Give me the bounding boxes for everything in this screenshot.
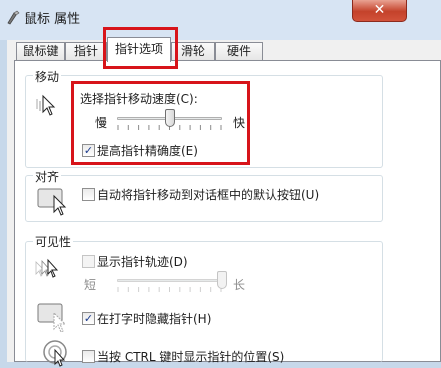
tab-buttons[interactable]: 鼠标键 [16, 42, 65, 60]
window-title: 鼠标 属性 [24, 12, 81, 27]
snap-to-default-checkbox[interactable] [82, 188, 95, 201]
hide-while-typing-label: 在打字时隐藏指针(H) [97, 312, 212, 326]
pointer-trails-label: 显示指针轨迹(D) [97, 255, 188, 269]
trails-long-label: 长 [233, 278, 246, 292]
trails-slider-track[interactable] [117, 279, 222, 282]
visibility-group-title: 可见性 [33, 233, 74, 250]
highlight-box-speed [71, 81, 250, 165]
pointer-trails-icon [35, 258, 59, 278]
trails-slider-thumb[interactable] [217, 271, 227, 289]
show-location-ctrl-label: 当按 CTRL 键时显示指针的位置(S) [97, 350, 285, 364]
snap-to-default-label: 自动将指针移动到对话框中的默认按钮(U) [97, 188, 320, 202]
trails-short-label: 短 [84, 278, 97, 292]
tab-pointers[interactable]: 指针 [65, 42, 107, 60]
close-button[interactable]: ✕ [352, 0, 407, 22]
show-location-ctrl-checkbox[interactable] [82, 350, 95, 363]
tab-hardware[interactable]: 硬件 [215, 42, 263, 60]
snap-to-icon [37, 188, 67, 216]
mouse-app-icon [7, 10, 20, 25]
hide-while-typing-checkbox[interactable]: ✓ [82, 312, 95, 325]
highlight-box-tab [103, 27, 178, 69]
motion-group-title: 移动 [33, 68, 62, 85]
pointer-trails-checkbox[interactable] [82, 255, 95, 268]
hide-typing-icon [37, 303, 67, 332]
snap-to-group-title: 对齐 [33, 168, 62, 185]
pointer-speed-icon [36, 94, 56, 116]
ctrl-locate-icon [43, 340, 67, 367]
trails-slider-ticks [117, 287, 222, 292]
visibility-group [25, 241, 383, 362]
